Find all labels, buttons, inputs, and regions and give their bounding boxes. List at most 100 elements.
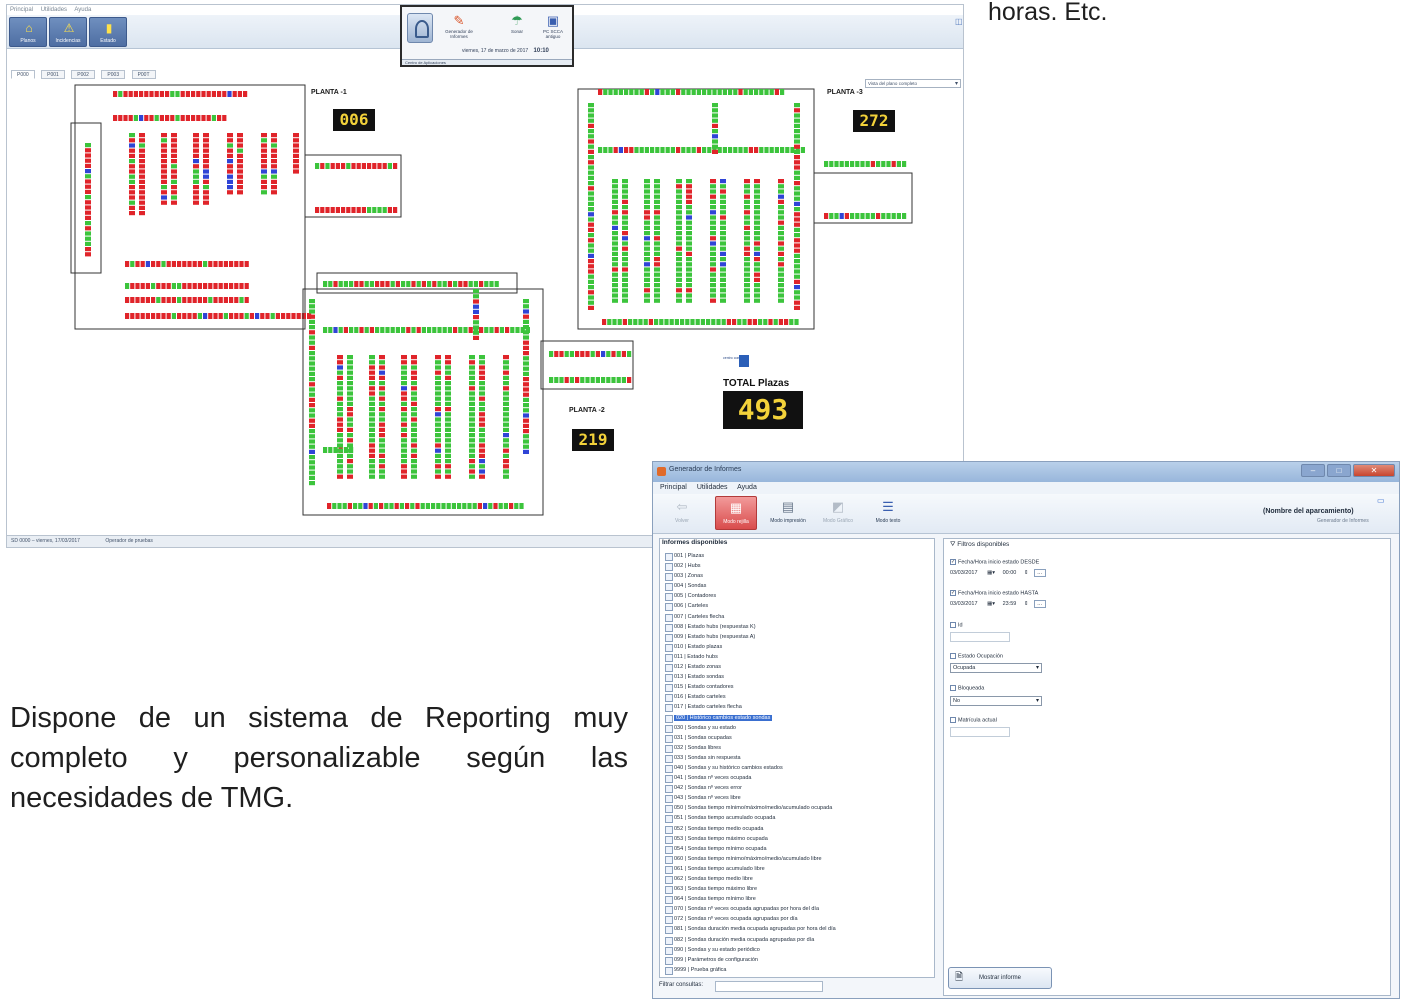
list-item[interactable]: 031 | Sondas ocupadas [664, 733, 932, 743]
planos-button[interactable]: ⌂ Planos [9, 17, 47, 47]
list-item[interactable]: 082 | Sondas duración media ocupada agru… [664, 935, 932, 945]
modo-grafico-button[interactable]: ◩ Modo Gráfico [817, 496, 859, 530]
id-checkbox[interactable] [950, 622, 956, 628]
list-item[interactable]: 053 | Sondas tiempo máximo ocupada [664, 834, 932, 844]
menu-utilidades[interactable]: Utilidades [41, 7, 67, 13]
list-item[interactable]: 9999 | Prueba gráfica [664, 965, 932, 975]
filter-id[interactable]: Id [950, 622, 963, 628]
menu-ayuda[interactable]: Ayuda [737, 484, 757, 491]
incidencias-button[interactable]: ⚠ Incidencias [49, 17, 87, 47]
list-item[interactable]: 060 | Sondas tiempo mínimo/máximo/medio/… [664, 854, 932, 864]
modo-rejilla-button[interactable]: ▦ Modo rejilla [715, 496, 757, 530]
list-item[interactable]: 033 | Sondas sin respuesta [664, 753, 932, 763]
occupancy-checkbox[interactable] [950, 653, 956, 659]
modo-impresion-button[interactable]: ▤ Modo impresión [767, 496, 809, 530]
menu-principal[interactable]: Principal [10, 7, 33, 13]
close-button[interactable]: ✕ [1353, 464, 1395, 477]
to-more-button[interactable]: … [1034, 600, 1046, 608]
list-item[interactable]: 009 | Estado hubs (respuestas A) [664, 632, 932, 642]
list-item[interactable]: 013 | Estado sondas [664, 672, 932, 683]
list-item[interactable]: 081 | Sondas duración media ocupada agru… [664, 924, 932, 935]
calendar-icon[interactable]: ▦▾ [987, 601, 995, 607]
list-item[interactable]: 054 | Sondas tiempo mínimo ocupada [664, 844, 932, 854]
list-item[interactable]: 015 | Estado contadores [664, 682, 932, 693]
parking-space [377, 163, 382, 169]
tab-p003[interactable]: P003 [101, 70, 126, 79]
parking-space [515, 327, 520, 333]
list-item[interactable]: 008 | Estado hubs (respuestas K) [664, 622, 932, 632]
list-item[interactable]: 007 | Carteles flecha [664, 612, 932, 622]
modo-texto-button[interactable]: ☰ Modo texto [867, 496, 909, 530]
list-item[interactable]: 052 | Sondas tiempo medio ocupada [664, 824, 932, 834]
list-item[interactable]: 043 | Sondas nº veces libre [664, 793, 932, 804]
list-item[interactable]: 001 | Plazas [664, 551, 932, 562]
time-spinner-icon[interactable]: ⇕ [1024, 601, 1029, 607]
list-item[interactable]: 072 | Sondas nº veces ocupada agrupadas … [664, 914, 932, 925]
list-item[interactable]: 003 | Zonas [664, 571, 932, 582]
tab-p00t[interactable]: P00T [131, 70, 156, 79]
sonar-button[interactable]: ☂ Sonar [500, 13, 534, 43]
list-item[interactable]: 041 | Sondas nº veces ocupada [664, 773, 932, 784]
app-center-icon[interactable] [407, 13, 433, 43]
list-item[interactable]: 011 | Estado hubs [664, 652, 932, 663]
minimize-button[interactable]: – [1301, 464, 1325, 477]
list-item[interactable]: 032 | Sondas libres [664, 743, 932, 753]
estado-button[interactable]: ▮ Estado [89, 17, 127, 47]
list-item[interactable]: 005 | Contadores [664, 591, 932, 602]
occupancy-select[interactable]: Ocupada [950, 663, 1042, 673]
list-item[interactable]: 040 | Sondas y su histórico cambios esta… [664, 763, 932, 774]
menu-utilidades[interactable]: Utilidades [697, 484, 728, 491]
volver-button[interactable]: ⇦ Volver [661, 496, 703, 530]
filter-input[interactable] [715, 981, 823, 992]
menu-ayuda[interactable]: Ayuda [74, 7, 91, 13]
plate-checkbox[interactable] [950, 717, 956, 723]
list-item[interactable]: 004 | Sondas [664, 581, 932, 592]
list-item[interactable]: 050 | Sondas tiempo mínimo/máximo/medio/… [664, 803, 932, 814]
filter-plate[interactable]: Matrícula actual [950, 717, 997, 723]
list-item[interactable]: 042 | Sondas nº veces error [664, 783, 932, 794]
list-item[interactable]: 030 | Sondas y su estado [664, 723, 932, 733]
list-item[interactable]: 010 | Estado plazas [664, 642, 932, 652]
list-item[interactable]: 062 | Sondas tiempo medio libre [664, 874, 932, 885]
report-generator-button[interactable]: ✎ Generador de Informes [442, 13, 476, 43]
tab-p002[interactable]: P002 [71, 70, 95, 79]
list-item[interactable]: 002 | Hubs [664, 561, 932, 572]
list-item[interactable]: 051 | Sondas tiempo acumulado ocupada [664, 813, 932, 824]
to-checkbox[interactable]: ✓ [950, 590, 956, 596]
list-item[interactable]: 090 | Sondas y su estado periódico [664, 945, 932, 955]
filter-occupancy[interactable]: Estado Ocupación [950, 653, 1003, 659]
plate-input[interactable] [950, 727, 1010, 737]
list-item[interactable]: 006 | Carteles [664, 601, 932, 612]
blocked-select[interactable]: No [950, 696, 1042, 706]
tab-p000[interactable]: P000 [11, 70, 35, 79]
parking-space [686, 236, 692, 241]
list-item[interactable]: 070 | Sondas nº veces ocupada agrupadas … [664, 904, 932, 915]
calendar-icon[interactable]: ▦▾ [987, 570, 995, 576]
maximize-button[interactable]: □ [1327, 464, 1351, 477]
blocked-checkbox[interactable] [950, 685, 956, 691]
pc-scca-button[interactable]: ▣ PC SCCA antiguo [536, 13, 570, 43]
list-item[interactable]: 020 | Histórico cambios estado sondas [664, 713, 932, 723]
list-item[interactable]: 012 | Estado zonas [664, 662, 932, 673]
filter-to[interactable]: ✓ Fecha/Hora inicio estado HASTA [950, 590, 1038, 596]
filter-from[interactable]: ✓ Fecha/Hora inicio estado DESDE [950, 559, 1039, 565]
show-report-button[interactable]: 🗎 Mostrar informe [948, 967, 1052, 989]
tab-p001[interactable]: P001 [41, 70, 65, 79]
list-item[interactable]: 063 | Sondas tiempo máximo libre [664, 884, 932, 895]
list-item[interactable]: 064 | Sondas tiempo mínimo libre [664, 894, 932, 905]
parking-space [754, 220, 760, 225]
from-more-button[interactable]: … [1034, 569, 1046, 577]
list-item[interactable]: 017 | Estado carteles flecha [664, 702, 932, 713]
id-input[interactable] [950, 632, 1010, 642]
from-datetime[interactable]: 03/03/2017 ▦▾ 00:00 ⇕ … [950, 569, 1046, 577]
to-datetime[interactable]: 03/03/2017 ▦▾ 23:59 ⇕ … [950, 600, 1046, 608]
time-spinner-icon[interactable]: ⇕ [1024, 570, 1029, 576]
from-checkbox[interactable]: ✓ [950, 559, 956, 565]
refresh-icon[interactable]: ◫ [955, 17, 963, 26]
list-item[interactable]: 016 | Estado carteles [664, 692, 932, 703]
list-item[interactable]: 061 | Sondas tiempo acumulado libre [664, 864, 932, 874]
list-item[interactable]: 099 | Parámetros de configuración [664, 955, 932, 965]
parking-space [469, 401, 475, 406]
menu-principal[interactable]: Principal [660, 484, 687, 491]
filter-blocked[interactable]: Bloqueada [950, 685, 984, 691]
